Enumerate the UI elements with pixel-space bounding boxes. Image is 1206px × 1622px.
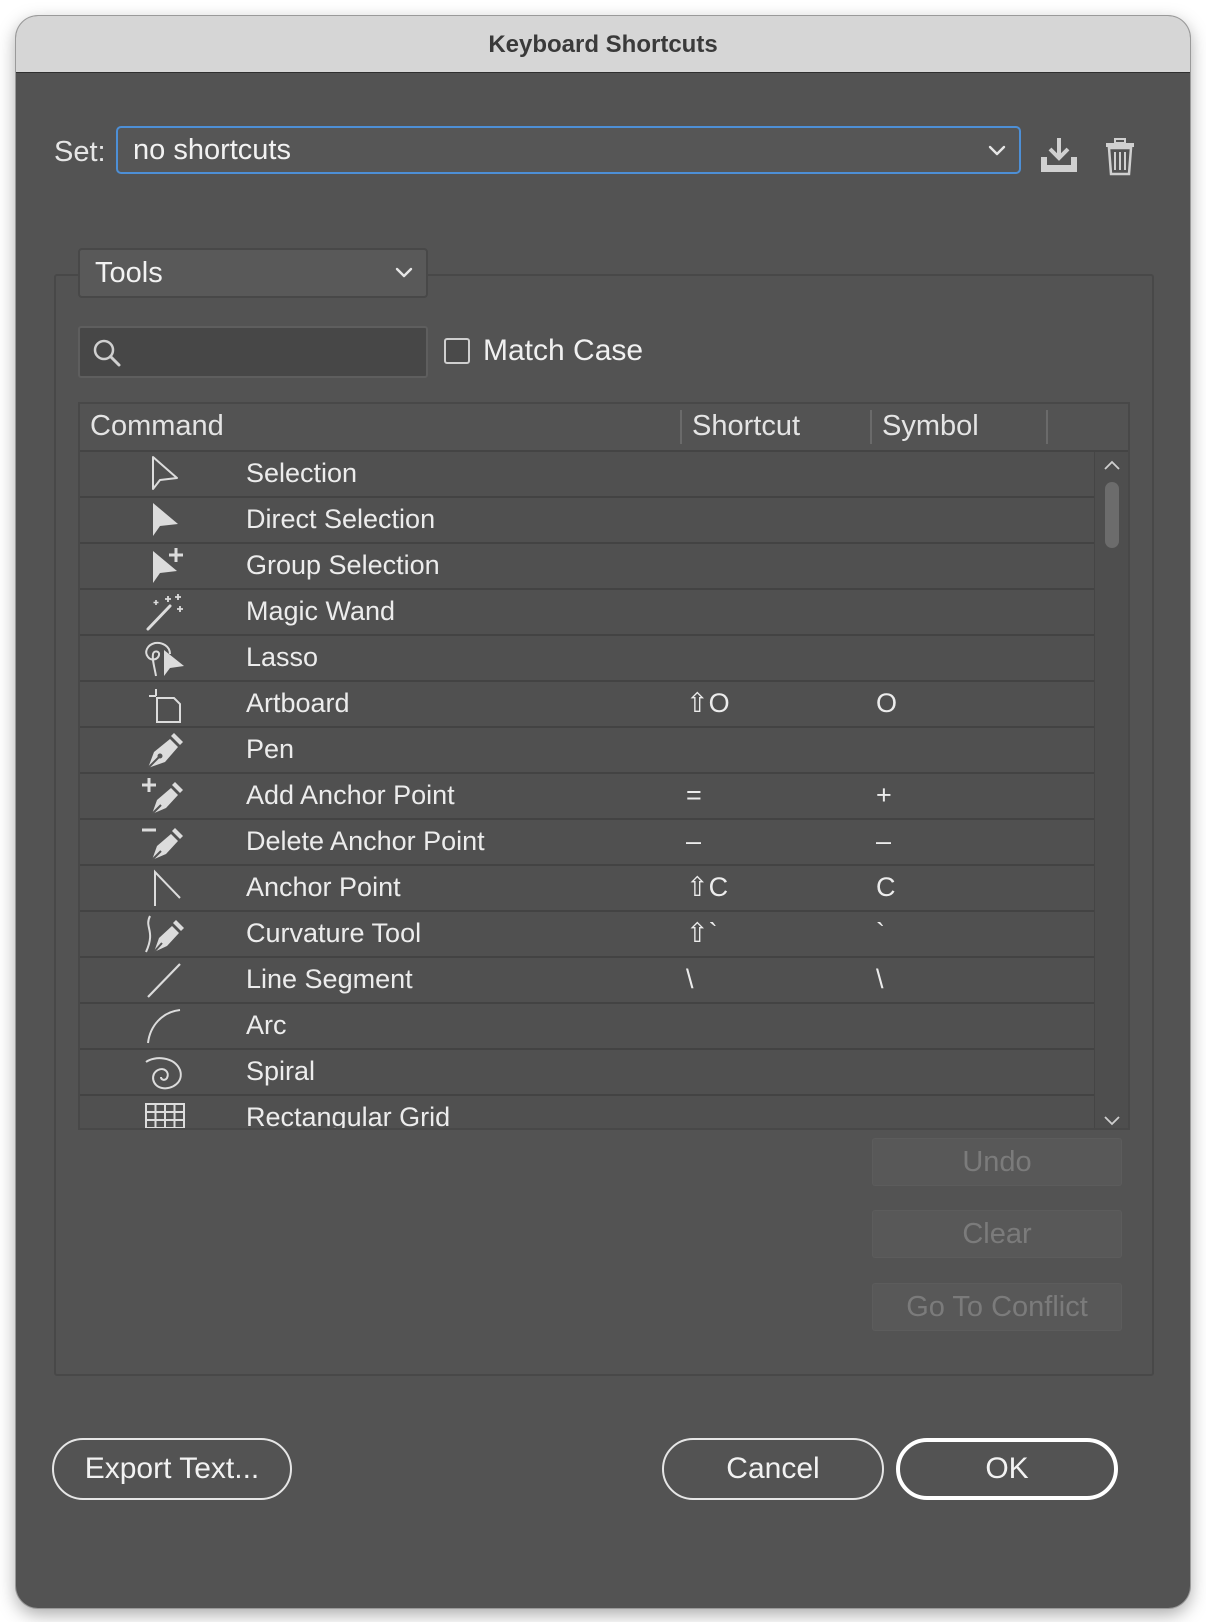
command-label: Spiral	[246, 1056, 316, 1086]
command-label: Anchor Point	[246, 872, 401, 902]
chevron-down-icon	[988, 145, 1006, 156]
shortcuts-table: Command Shortcut Symbol Selection Direct	[78, 402, 1130, 1130]
artboard-icon	[149, 689, 181, 723]
lasso-icon	[145, 641, 184, 677]
cancel-button[interactable]: Cancel	[662, 1438, 884, 1500]
command-label: Line Segment	[246, 964, 413, 994]
undo-button[interactable]: Undo	[872, 1138, 1122, 1186]
arc-icon	[147, 1009, 181, 1044]
chevron-up-icon[interactable]	[1103, 458, 1121, 472]
set-dropdown-value: no shortcuts	[133, 133, 291, 166]
spiral-icon	[145, 1057, 182, 1090]
delete-anchor-point-icon	[142, 828, 183, 861]
direct-selection-arrow-icon	[153, 503, 178, 536]
symbol-value: +	[876, 780, 892, 810]
shortcut-value: ⇧O	[686, 688, 730, 718]
symbol-value: O	[876, 688, 898, 718]
set-dropdown[interactable]: no shortcuts	[116, 126, 1021, 174]
magic-wand-icon	[146, 594, 183, 631]
table-row[interactable]: Direct Selection	[80, 498, 1094, 544]
column-header-command[interactable]: Command	[90, 410, 224, 443]
shortcut-value: ⇧C	[686, 872, 729, 902]
table-row[interactable]: Spiral	[80, 1050, 1094, 1096]
column-header-shortcut[interactable]: Shortcut	[692, 410, 800, 443]
match-case-checkbox[interactable]	[444, 338, 470, 364]
title-bar: Keyboard Shortcuts	[16, 16, 1190, 73]
symbol-value: \	[876, 964, 884, 994]
window-title: Keyboard Shortcuts	[488, 31, 718, 58]
command-label: Delete Anchor Point	[246, 826, 485, 856]
symbol-value: C	[876, 872, 896, 902]
set-label: Set:	[54, 136, 106, 168]
scrollbar-thumb[interactable]	[1105, 482, 1119, 548]
command-label: Lasso	[246, 642, 319, 672]
shortcut-value: –	[686, 826, 702, 856]
trash-icon[interactable]	[1105, 138, 1135, 176]
command-label: Direct Selection	[246, 504, 436, 534]
table-row[interactable]: Group Selection	[80, 544, 1094, 590]
ok-button[interactable]: OK	[896, 1438, 1118, 1500]
rectangular-grid-icon	[145, 1103, 185, 1128]
table-row[interactable]: Rectangular Grid	[80, 1096, 1094, 1130]
command-label: Curvature Tool	[246, 918, 422, 948]
command-label: Magic Wand	[246, 596, 396, 626]
table-row[interactable]: Artboard ⇧O O	[80, 682, 1094, 728]
group-selection-icon	[153, 548, 183, 583]
table-row[interactable]: Selection	[80, 452, 1094, 498]
command-label: Rectangular Grid	[246, 1102, 451, 1130]
table-row[interactable]: Arc	[80, 1004, 1094, 1050]
save-set-icon[interactable]	[1038, 136, 1080, 176]
shortcut-value: \	[686, 964, 694, 994]
shortcut-value: ⇧`	[686, 918, 718, 948]
column-divider[interactable]	[680, 410, 682, 444]
shortcut-value: =	[686, 780, 702, 810]
category-dropdown-value: Tools	[95, 256, 163, 289]
table-row[interactable]: Magic Wand	[80, 590, 1094, 636]
table-row[interactable]: Add Anchor Point = +	[80, 774, 1094, 820]
add-anchor-point-icon	[142, 778, 183, 815]
keyboard-shortcuts-dialog: Keyboard Shortcuts Set: no shortcuts Too…	[16, 16, 1190, 1608]
selection-arrow-icon	[152, 456, 178, 490]
curvature-tool-icon	[145, 915, 184, 953]
table-scrollbar[interactable]	[1094, 452, 1128, 1128]
go-to-conflict-button[interactable]: Go To Conflict	[872, 1283, 1122, 1331]
column-divider[interactable]	[870, 410, 872, 444]
anchor-point-icon	[154, 869, 181, 906]
table-row[interactable]: Delete Anchor Point – –	[80, 820, 1094, 866]
chevron-down-icon[interactable]	[1103, 1114, 1121, 1128]
chevron-down-icon	[395, 267, 413, 278]
match-case-label: Match Case	[483, 334, 644, 367]
pen-icon	[147, 733, 183, 769]
table-row[interactable]: Line Segment \ \	[80, 958, 1094, 1004]
table-row[interactable]: Curvature Tool ⇧` `	[80, 912, 1094, 958]
export-text-button[interactable]: Export Text...	[52, 1438, 292, 1500]
symbol-value: –	[876, 826, 892, 856]
command-label: Arc	[246, 1010, 287, 1040]
table-body: Selection Direct Selection Group Selecti…	[80, 452, 1094, 1130]
column-divider[interactable]	[1046, 410, 1048, 444]
match-case-option[interactable]: Match Case	[444, 334, 643, 368]
category-dropdown[interactable]: Tools	[78, 248, 428, 298]
search-field[interactable]	[78, 326, 428, 378]
table-row[interactable]: Lasso	[80, 636, 1094, 682]
command-label: Artboard	[246, 688, 350, 718]
table-row[interactable]: Pen	[80, 728, 1094, 774]
search-icon	[93, 339, 121, 367]
command-label: Selection	[246, 458, 358, 488]
search-input[interactable]	[132, 334, 416, 372]
command-label: Pen	[246, 734, 295, 764]
command-label: Add Anchor Point	[246, 780, 455, 810]
line-segment-icon	[147, 963, 181, 998]
symbol-value: `	[876, 918, 885, 948]
clear-button[interactable]: Clear	[872, 1210, 1122, 1258]
table-row[interactable]: Anchor Point ⇧C C	[80, 866, 1094, 912]
table-header: Command Shortcut Symbol	[80, 404, 1128, 452]
column-header-symbol[interactable]: Symbol	[882, 410, 979, 443]
command-label: Group Selection	[246, 550, 440, 580]
